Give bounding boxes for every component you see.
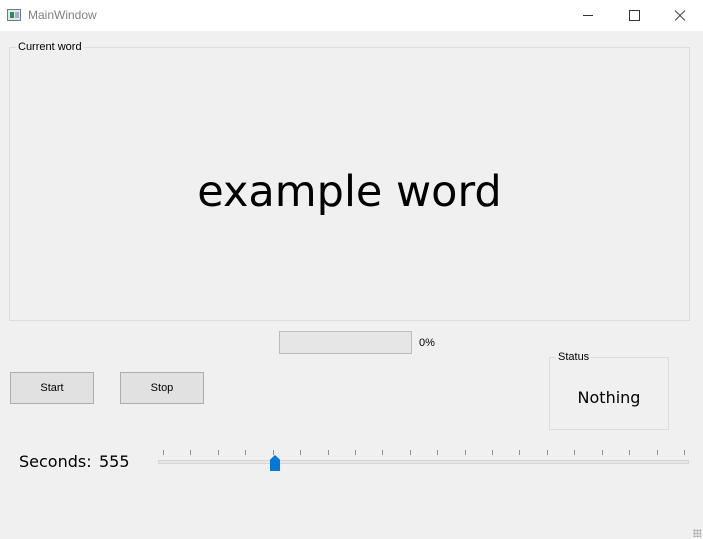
current-word-text: example word <box>197 167 502 217</box>
slider-tick <box>492 450 493 455</box>
maximize-icon <box>628 10 640 21</box>
slider-tick <box>684 450 685 455</box>
progress-bar <box>279 331 412 354</box>
resize-grip-icon[interactable] <box>693 529 701 537</box>
current-word-group-title: Current word <box>16 41 84 54</box>
seconds-slider[interactable] <box>158 446 689 474</box>
start-button[interactable]: Start <box>10 372 94 404</box>
close-button[interactable] <box>657 0 703 31</box>
current-word-group: Current word example word <box>9 41 690 321</box>
slider-tick <box>300 450 301 455</box>
close-icon <box>674 10 686 22</box>
seconds-label: Seconds: <box>19 452 92 471</box>
status-value: Nothing <box>577 388 641 407</box>
title-bar: MainWindow <box>0 0 703 31</box>
slider-tick <box>328 450 329 455</box>
window-title: MainWindow <box>28 8 97 22</box>
slider-groove[interactable] <box>158 460 689 464</box>
slider-tick <box>657 450 658 455</box>
slider-tick <box>163 450 164 455</box>
slider-tick <box>410 450 411 455</box>
slider-tick <box>547 450 548 455</box>
slider-tick <box>602 450 603 455</box>
minimize-icon <box>583 15 593 16</box>
slider-handle[interactable] <box>270 455 280 471</box>
slider-tick <box>190 450 191 455</box>
slider-tick <box>574 450 575 455</box>
slider-tick <box>437 450 438 455</box>
app-window-icon <box>7 9 21 21</box>
slider-tick <box>273 450 274 455</box>
slider-tick <box>218 450 219 455</box>
slider-tick <box>245 450 246 455</box>
stop-button[interactable]: Stop <box>120 372 204 404</box>
status-group: Status Nothing <box>549 351 669 430</box>
slider-tick <box>465 450 466 455</box>
slider-tick <box>355 450 356 455</box>
seconds-value: 555 <box>99 452 130 471</box>
status-group-title: Status <box>556 351 592 364</box>
slider-tick <box>382 450 383 455</box>
progress-percent-text: 0% <box>419 337 435 349</box>
slider-tick <box>629 450 630 455</box>
maximize-button[interactable] <box>611 0 657 31</box>
minimize-button[interactable] <box>565 0 611 31</box>
slider-tick <box>519 450 520 455</box>
